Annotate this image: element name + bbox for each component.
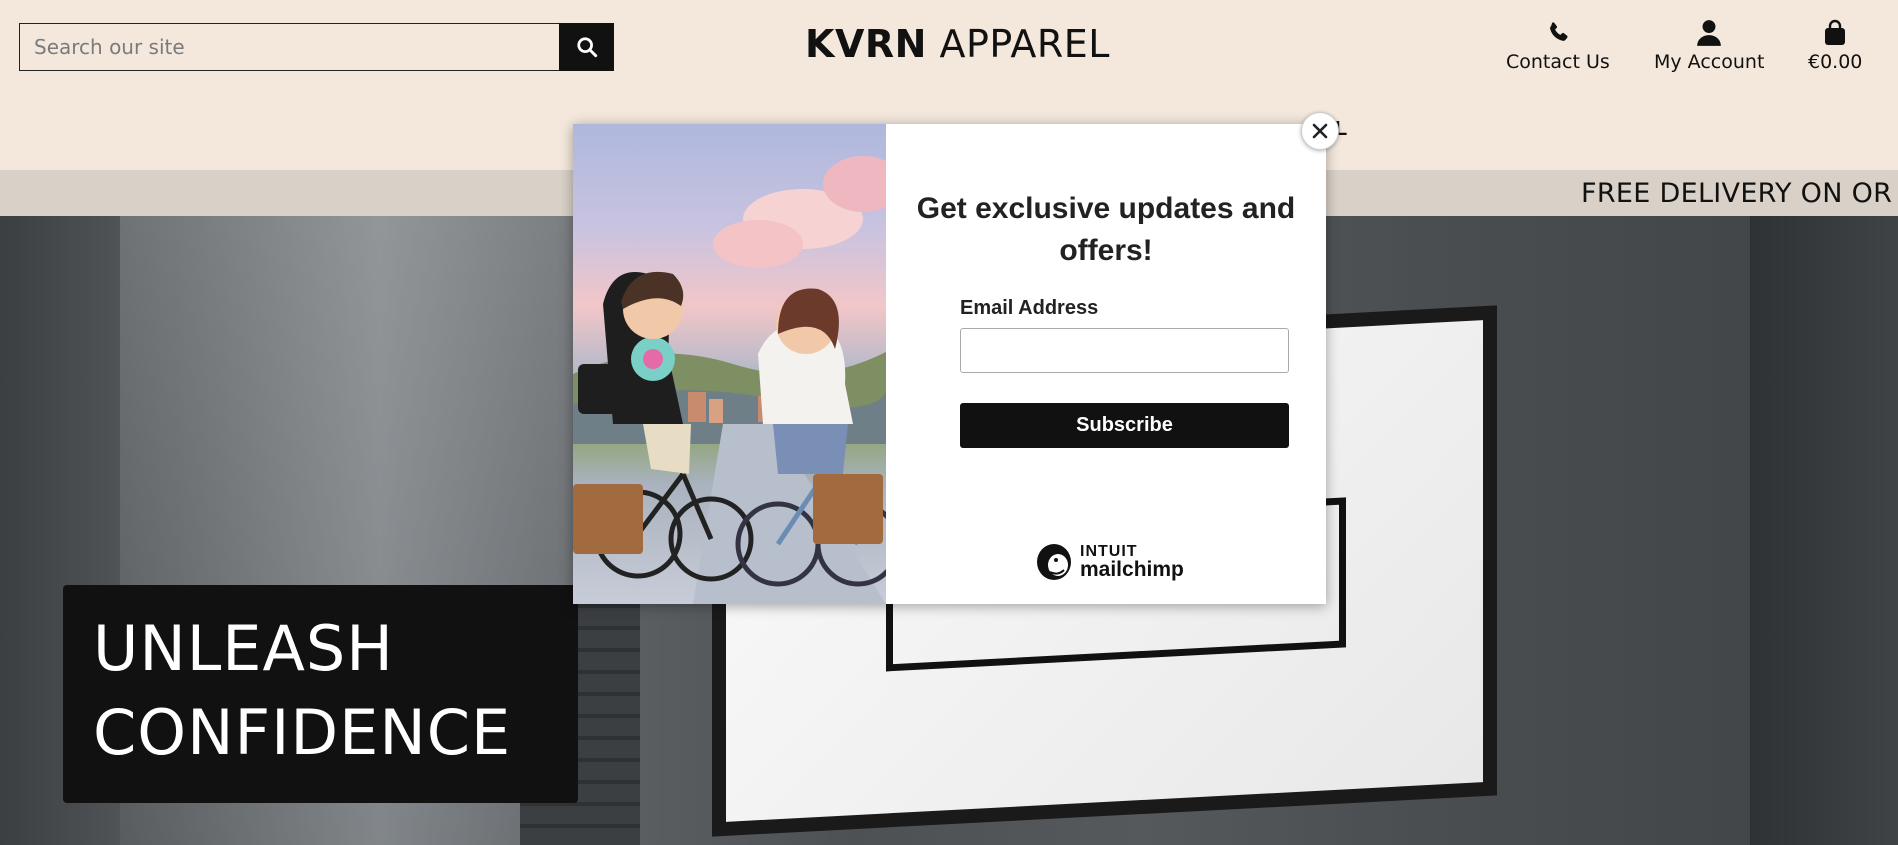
shopping-bag-icon: [1825, 19, 1846, 45]
contact-us-link[interactable]: Contact Us: [1506, 18, 1610, 73]
hero-heading-line2: CONFIDENCE: [93, 696, 512, 769]
search-input[interactable]: [19, 23, 559, 71]
search-form: [19, 23, 614, 71]
email-label: Email Address: [960, 297, 1099, 319]
search-button[interactable]: [559, 23, 614, 71]
hero-caption: UNLEASH CONFIDENCE: [63, 585, 578, 803]
modal-illustration: [573, 124, 886, 604]
logo-suffix: APPAREL: [926, 22, 1110, 66]
cart-total: €0.00: [1808, 51, 1863, 73]
user-icon: [1697, 20, 1722, 46]
newsletter-modal: Get exclusive updates and offers! Email …: [573, 124, 1326, 604]
close-modal-button[interactable]: [1301, 112, 1339, 150]
site-logo[interactable]: KVRN APPAREL: [805, 22, 1110, 66]
close-icon: [1312, 123, 1328, 139]
email-field[interactable]: [960, 328, 1289, 373]
cyclists-illustration: [573, 156, 886, 604]
phone-icon: [1549, 22, 1568, 41]
mailchimp-freddie-icon: [1037, 544, 1071, 580]
subscribe-button[interactable]: Subscribe: [960, 403, 1289, 448]
modal-title: Get exclusive updates and offers!: [916, 192, 1296, 267]
promo-banner-text: FREE DELIVERY ON OR: [1581, 178, 1893, 209]
contact-us-label: Contact Us: [1506, 51, 1610, 73]
mailchimp-logo[interactable]: INTUIT mailchimp: [1034, 540, 1184, 582]
search-icon: [576, 37, 597, 58]
cart-link[interactable]: €0.00: [1808, 18, 1862, 73]
hero-heading-line1: UNLEASH: [93, 612, 394, 685]
mailchimp-brand-bottom: mailchimp: [1080, 558, 1184, 581]
modal-form-panel: Get exclusive updates and offers! Email …: [886, 124, 1326, 604]
my-account-link[interactable]: My Account: [1654, 18, 1764, 73]
logo-brand: KVRN: [805, 22, 927, 66]
my-account-label: My Account: [1654, 51, 1765, 73]
hero-column: [1750, 216, 1898, 845]
